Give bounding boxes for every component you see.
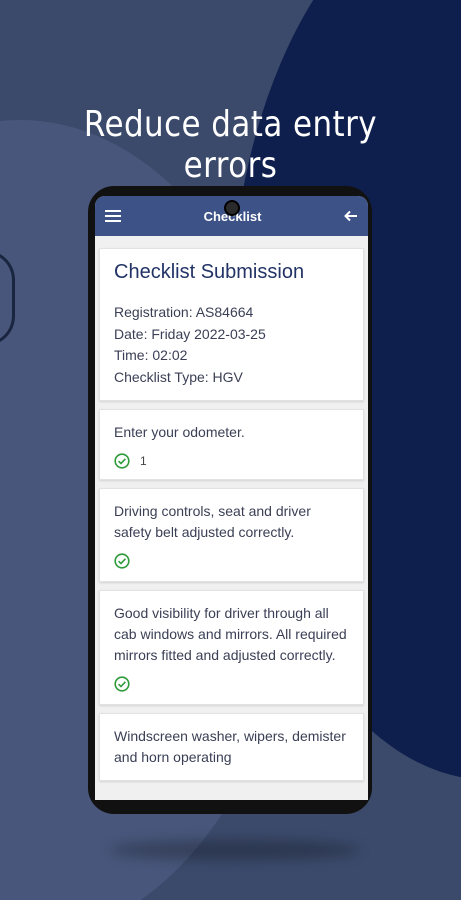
question-text: Driving controls, seat and driver safety… [114,503,311,540]
question-text: Good visibility for driver through all c… [114,605,347,663]
question-text: Windscreen washer, wipers, demister and … [114,728,346,765]
submission-title: Checklist Submission [114,261,305,283]
checklist-item-visibility[interactable]: Good visibility for driver through all c… [99,590,364,705]
checklist-item-windscreen[interactable]: Windscreen washer, wipers, demister and … [99,713,364,781]
front-camera [224,200,240,216]
back-arrow-icon[interactable] [344,209,358,223]
answer-value: 1 [140,454,147,468]
check-circle-icon [114,453,130,469]
check-circle-icon [114,553,130,569]
checklist-type-text: Checklist Type: HGV [114,368,243,385]
phone-shadow [110,840,360,860]
time-text: Time: 02:02 [114,347,188,363]
phone-screen: Checklist Checklist Submission Registrat… [95,196,368,800]
answer-row [114,676,349,692]
date-text: Date: Friday 2022-03-25 [114,325,266,342]
check-circle-icon [114,676,130,692]
checklist-content[interactable]: Checklist Submission Registration: AS846… [95,236,368,781]
registration-text: Registration: AS84664 [114,304,254,320]
headline: Reduce data entry errors [83,104,378,186]
checklist-item-odometer[interactable]: Enter your odometer. 1 [99,409,364,480]
answer-row: 1 [114,453,349,469]
answer-row [114,553,349,569]
submission-card: Checklist Submission Registration: AS846… [99,248,364,401]
menu-icon[interactable] [105,210,121,222]
checklist-item-driving-controls[interactable]: Driving controls, seat and driver safety… [99,488,364,582]
question-text: Enter your odometer. [114,424,245,440]
